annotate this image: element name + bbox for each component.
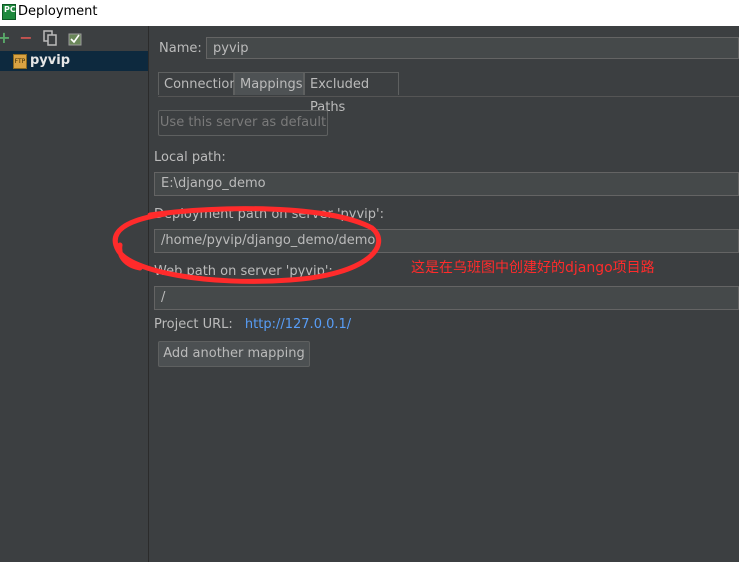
server-list-panel: + − FTP pyvip	[0, 26, 149, 562]
deployment-path-input[interactable]: /home/pyvip/django_demo/demo	[154, 229, 739, 253]
local-path-input[interactable]: E:\django_demo	[154, 172, 739, 196]
server-item-label: pyvip	[30, 53, 71, 68]
project-url-label: Project URL:	[154, 317, 233, 332]
tab-connection[interactable]: Connection	[158, 72, 238, 95]
project-url-link[interactable]: http://127.0.0.1/	[245, 317, 351, 332]
name-input[interactable]: pyvip	[206, 37, 739, 59]
project-url-row: Project URL: http://127.0.0.1/	[154, 317, 351, 332]
local-path-label: Local path:	[154, 150, 226, 165]
tab-mappings[interactable]: Mappings	[234, 72, 304, 95]
title-bar: PC Deployment	[0, 0, 739, 26]
server-settings-panel: Name: pyvip Connection Mappings Excluded…	[149, 26, 739, 562]
deployment-path-label: Deployment path on server 'pyvip':	[154, 207, 384, 222]
remove-icon[interactable]: −	[18, 30, 34, 46]
add-icon[interactable]: +	[0, 30, 12, 46]
name-label: Name:	[159, 41, 202, 56]
annotation-text: 这是在乌班图中创建好的django项目路	[411, 260, 655, 276]
add-another-mapping-button[interactable]: Add another mapping	[158, 341, 310, 367]
copy-icon[interactable]	[42, 30, 58, 46]
use-as-default-button[interactable]: Use this server as default	[158, 110, 328, 136]
check-default-icon[interactable]	[67, 30, 83, 46]
tab-excluded-paths[interactable]: Excluded Paths	[304, 72, 399, 115]
web-path-input[interactable]: /	[154, 286, 739, 310]
pycharm-icon: PC	[2, 4, 16, 20]
server-item-pyvip[interactable]: FTP pyvip	[0, 51, 148, 71]
tab-bar: Connection Mappings Excluded Paths	[158, 72, 739, 115]
ftp-server-icon: FTP	[13, 54, 27, 69]
window-title: Deployment	[18, 4, 98, 19]
web-path-label: Web path on server 'pyvip':	[154, 264, 333, 279]
